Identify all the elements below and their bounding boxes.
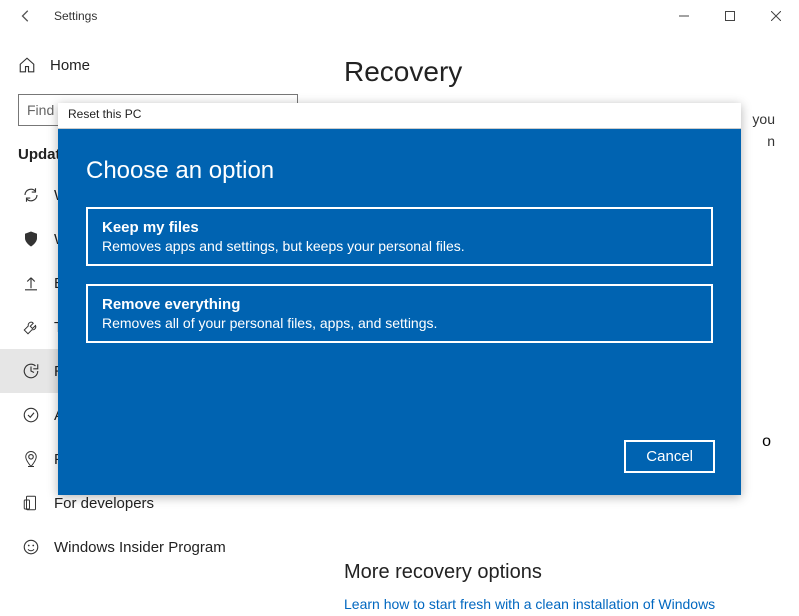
maximize-button[interactable] — [707, 0, 753, 32]
backup-icon — [22, 274, 40, 292]
page-title: Recovery — [344, 56, 775, 88]
cancel-button[interactable]: Cancel — [624, 440, 715, 473]
fresh-start-link[interactable]: Learn how to start fresh with a clean in… — [344, 596, 775, 612]
dialog-header: Reset this PC — [58, 103, 741, 129]
window-controls — [661, 0, 799, 32]
partial-text: n — [767, 133, 775, 149]
minimize-button[interactable] — [661, 0, 707, 32]
body-text: you n — [735, 108, 775, 153]
option-keep-files[interactable]: Keep my files Removes apps and settings,… — [86, 207, 713, 266]
more-options-heading: More recovery options — [344, 561, 775, 584]
partial-text: you — [752, 111, 775, 127]
minimize-icon — [679, 11, 689, 21]
close-button[interactable] — [753, 0, 799, 32]
back-button[interactable] — [12, 2, 40, 30]
check-icon — [22, 406, 40, 424]
wrench-icon — [22, 318, 40, 336]
option-title: Keep my files — [102, 219, 697, 236]
option-desc: Removes all of your personal files, apps… — [102, 315, 697, 331]
recovery-icon — [22, 362, 40, 380]
sidebar-item-label: For developers — [54, 495, 154, 512]
insider-icon — [22, 538, 40, 556]
sidebar-home-label: Home — [50, 57, 90, 74]
back-arrow-icon — [19, 9, 33, 23]
sync-icon — [22, 186, 40, 204]
dialog-title: Choose an option — [86, 157, 713, 185]
window-title: Settings — [54, 9, 97, 23]
sidebar-item-insider[interactable]: Windows Insider Program — [18, 525, 320, 569]
window-titlebar: Settings — [0, 0, 799, 32]
dialog-body: Choose an option Keep my files Removes a… — [58, 129, 741, 495]
maximize-icon — [725, 11, 735, 21]
close-icon — [771, 11, 781, 21]
location-icon — [22, 450, 40, 468]
home-icon — [18, 56, 36, 74]
option-remove-everything[interactable]: Remove everything Removes all of your pe… — [86, 284, 713, 343]
sidebar-home[interactable]: Home — [18, 50, 320, 80]
developer-icon — [22, 494, 40, 512]
shield-icon — [22, 230, 40, 248]
dialog-footer: Cancel — [624, 440, 715, 473]
sidebar-item-label: Windows Insider Program — [54, 539, 226, 556]
option-title: Remove everything — [102, 296, 697, 313]
option-desc: Removes apps and settings, but keeps you… — [102, 238, 697, 254]
reset-pc-dialog: Reset this PC Choose an option Keep my f… — [58, 103, 741, 495]
